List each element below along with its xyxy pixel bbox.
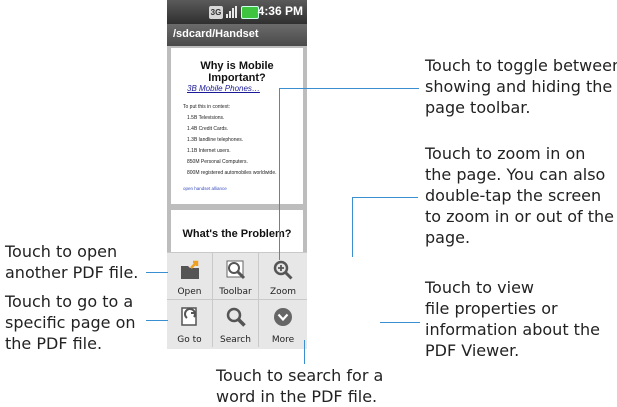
toolbar-callout-line-h (279, 88, 419, 89)
pdf-page-1[interactable]: Why is Mobile Important? 3B Mobile Phone… (171, 48, 303, 204)
callout-line-text: page. (425, 228, 471, 247)
zoom-callout-line-h (352, 197, 418, 198)
zoom-callout-line-v (352, 197, 353, 257)
callout-line-text: another PDF file. (5, 263, 139, 282)
more-icon (274, 308, 292, 326)
callout-line-text: Touch to zoom in on (425, 144, 586, 163)
goto-callout-line (146, 320, 168, 321)
document-viewer[interactable]: Why is Mobile Important? 3B Mobile Phone… (167, 46, 307, 252)
open-folder-icon (180, 260, 199, 279)
title-bar: /sdcard/Handset (167, 24, 307, 46)
callout-line-text: the PDF file. (5, 334, 103, 353)
callout-line-text: double-tap the screen (425, 186, 602, 205)
callout-line-text: specific page on (5, 313, 136, 332)
menu-item-label: Toolbar (219, 287, 252, 297)
bullet-item: 1.3B landline telephones. (187, 137, 244, 143)
menu-item-zoom[interactable]: Zoom (259, 253, 307, 300)
callout-toolbar: Touch to toggle between showing and hidi… (425, 55, 617, 118)
bullet-item: 1.4B Credit Cards. (187, 126, 229, 132)
callout-goto: Touch to go to a specific page on the PD… (5, 291, 136, 354)
file-path: /sdcard/Handset (173, 28, 259, 40)
zoom-icon (273, 260, 293, 280)
callout-line-text: page toolbar. (425, 98, 531, 117)
menu-item-label: Search (220, 335, 251, 345)
menu-item-label: Open (177, 287, 202, 297)
toolbar-icon (226, 260, 245, 280)
bullet-item: 1.1B Internet users. (187, 148, 231, 154)
callout-line-text: PDF Viewer. (425, 341, 520, 360)
menu-item-open[interactable]: Open (167, 253, 213, 300)
status-time: 4:36 PM (257, 4, 303, 18)
page-heading: What's the Problem? (182, 228, 292, 240)
open-callout-line (146, 272, 168, 273)
goto-icon (180, 307, 197, 326)
more-callout-line (380, 322, 420, 323)
callout-search: Touch to search for a word in the PDF fi… (216, 365, 383, 407)
callout-line-text: Touch to go to a (5, 292, 134, 311)
page-heading: Why is Mobile Important? (200, 60, 274, 84)
callout-line-text: showing and hiding the (425, 77, 613, 96)
callout-line-text: Touch to toggle between (425, 56, 617, 75)
menu-item-label: Go to (177, 335, 202, 345)
menu-item-search[interactable]: Search (213, 300, 259, 347)
menu-item-label: Zoom (270, 287, 296, 297)
bullet-item: 850M Personal Computers. (187, 159, 248, 165)
pdf-page-2[interactable]: What's the Problem? (171, 210, 303, 252)
menu-item-label: More (271, 335, 295, 345)
page-context-text: To put this in context: (183, 104, 230, 110)
signal-icon (226, 6, 238, 18)
callout-zoom: Touch to zoom in on the page. You can al… (425, 143, 614, 248)
options-menu: Open Toolbar Zoom Go to Search More (167, 252, 307, 349)
page-subheading: 3B Mobile Phones… (187, 84, 260, 93)
menu-item-more[interactable]: More (259, 300, 307, 347)
bullet-item: 1.5B Televisions. (187, 115, 225, 121)
callout-line-text: the page. You can also (425, 165, 606, 184)
menu-item-goto[interactable]: Go to (167, 300, 213, 347)
callout-open: Touch to open another PDF file. (5, 241, 138, 283)
network-3g-icon: 3G (209, 5, 223, 19)
search-callout-line (304, 340, 305, 364)
callout-line-text: Touch to view (425, 278, 534, 297)
menu-item-toolbar[interactable]: Toolbar (213, 253, 259, 300)
status-icons: 3G (209, 5, 259, 19)
callout-more: Touch to view file properties or informa… (425, 277, 600, 361)
callout-line-text: to zoom in or out of the (425, 207, 614, 226)
battery-icon (241, 5, 259, 19)
status-bar: 3G 4:36 PM (167, 0, 307, 24)
callout-line-text: Touch to search for a (216, 366, 384, 385)
callout-line-text: Touch to open (5, 242, 118, 261)
callout-line-text: file properties or (425, 299, 558, 318)
bullet-item: 800M registered automobiles worldwide. (187, 170, 277, 176)
search-icon (226, 307, 246, 327)
callout-line-text: word in the PDF file. (216, 387, 378, 406)
callout-line-text: information about the (425, 320, 600, 339)
page-footer: open handset alliance (183, 186, 227, 191)
toolbar-callout-line-v (279, 88, 280, 260)
